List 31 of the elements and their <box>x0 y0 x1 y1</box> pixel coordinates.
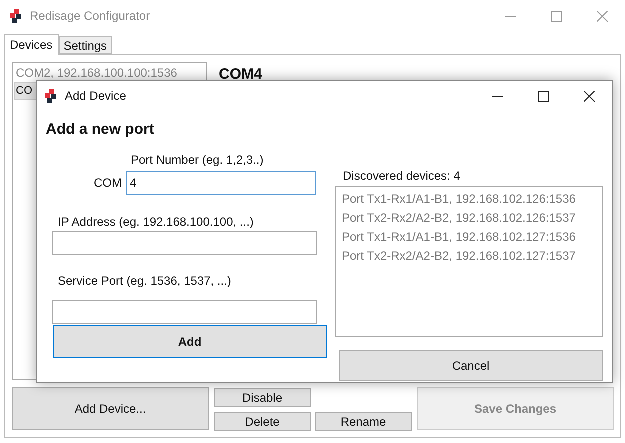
close-icon <box>596 10 608 22</box>
rename-button[interactable]: Rename <box>315 412 412 431</box>
delete-button[interactable]: Delete <box>214 412 311 431</box>
port-number-label: Port Number (eg. 1,2,3..) <box>131 152 265 167</box>
discovered-device-item[interactable]: Port Tx1-Rx1/A1-B1, 192.168.102.126:1536 <box>342 190 596 209</box>
discovered-device-item[interactable]: Port Tx2-Rx2/A2-B2, 192.168.102.127:1537 <box>342 247 596 266</box>
app-logo-icon <box>45 89 57 103</box>
add-device-button[interactable]: Add Device... <box>12 387 209 430</box>
cancel-button[interactable]: Cancel <box>339 350 603 381</box>
app-logo-icon <box>10 9 22 23</box>
com-label: COM <box>94 175 123 192</box>
discovered-device-item[interactable]: Port Tx1-Rx1/A1-B1, 192.168.102.127:1536 <box>342 228 596 247</box>
add-button[interactable]: Add <box>53 325 327 358</box>
discovered-devices-label: Discovered devices: 4 <box>343 168 462 183</box>
service-port-field[interactable] <box>52 300 317 324</box>
discovered-device-item[interactable]: Port Tx2-Rx2/A2-B2, 192.168.102.126:1537 <box>342 209 596 228</box>
port-number-field[interactable]: 4 <box>126 171 316 195</box>
service-port-label: Service Port (eg. 1536, 1537, ...) <box>58 273 232 288</box>
maximize-icon <box>538 90 548 102</box>
window-title: Redisage Configurator <box>30 8 150 25</box>
ip-address-field[interactable] <box>52 231 317 255</box>
dialog-title: Add Device <box>65 88 126 105</box>
maximize-icon <box>550 10 562 22</box>
tab[interactable]: Devices <box>4 34 59 55</box>
close-icon <box>584 90 594 102</box>
ip-address-label: IP Address (eg. 192.168.100.100, ...) <box>58 214 255 229</box>
tab[interactable]: Settings <box>58 36 112 54</box>
dialog-heading: Add a new port <box>46 120 156 140</box>
device-heading: COM4 <box>219 65 262 85</box>
device-list-item[interactable]: COM2, 192.168.100.100:1536 <box>14 64 205 82</box>
disable-button[interactable]: Disable <box>214 388 311 407</box>
